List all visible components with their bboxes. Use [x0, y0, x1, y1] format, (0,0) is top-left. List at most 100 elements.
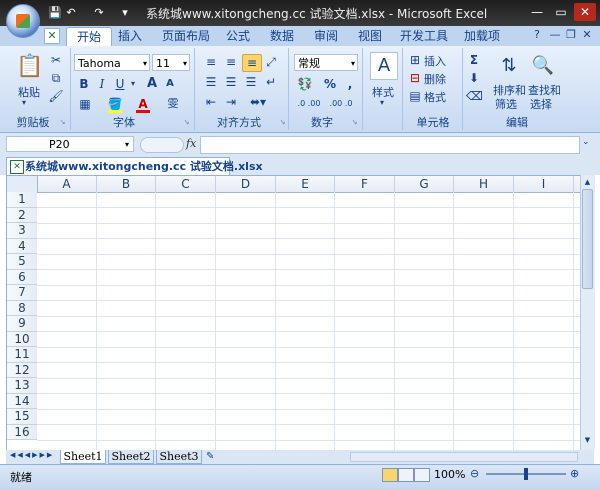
- wrap-text-icon[interactable]: ↵: [262, 74, 280, 90]
- row-header[interactable]: 14: [7, 393, 37, 409]
- increase-indent-icon[interactable]: ⇥: [222, 94, 240, 110]
- styles-icon[interactable]: A: [370, 52, 398, 80]
- formula-bar-splitter[interactable]: [140, 137, 184, 153]
- sheet-tab-sheet3[interactable]: Sheet3: [156, 450, 202, 464]
- underline-dropdown-icon[interactable]: ▾: [128, 76, 138, 92]
- row-header[interactable]: 9: [7, 316, 37, 332]
- format-cells-icon[interactable]: ▤: [408, 88, 422, 104]
- workbook-tab[interactable]: 系统城www.xitongcheng.cc 试验文档.xlsx: [6, 157, 263, 175]
- spreadsheet-grid[interactable]: A B C D E F G H I 1 2 3 4 5 6 7 8 9 10 1…: [6, 175, 582, 452]
- minimize-ribbon-icon[interactable]: —: [548, 28, 562, 42]
- close-button[interactable]: ✕: [574, 3, 596, 21]
- tab-page-layout[interactable]: 页面布局: [154, 27, 218, 45]
- align-center-icon[interactable]: ☰: [222, 74, 240, 90]
- scroll-thumb[interactable]: [582, 189, 593, 289]
- delete-cells-icon[interactable]: ⊟: [408, 70, 422, 86]
- zoom-out-icon[interactable]: ⊖: [470, 467, 479, 480]
- autosum-button[interactable]: Σ: [466, 52, 482, 68]
- italic-button[interactable]: I: [94, 76, 110, 92]
- zoom-in-icon[interactable]: ⊕: [570, 467, 579, 480]
- scroll-down-icon[interactable]: ▼: [582, 435, 593, 445]
- row-header[interactable]: 16: [7, 424, 37, 440]
- row-header[interactable]: 12: [7, 362, 37, 378]
- insert-cells-button[interactable]: 插入: [424, 53, 446, 69]
- column-header[interactable]: D: [216, 176, 276, 192]
- tab-data[interactable]: 数据: [262, 27, 302, 45]
- save-icon[interactable]: 💾: [48, 6, 62, 20]
- horizontal-scrollbar[interactable]: [350, 452, 578, 462]
- column-header[interactable]: I: [514, 176, 574, 192]
- alignment-launcher-icon[interactable]: ↘: [278, 118, 287, 127]
- shrink-font-button[interactable]: A: [162, 76, 178, 92]
- row-header[interactable]: 2: [7, 207, 37, 223]
- page-layout-view-icon[interactable]: [398, 468, 414, 482]
- column-header[interactable]: A: [37, 176, 97, 192]
- row-header[interactable]: 3: [7, 223, 37, 239]
- sort-filter-icon[interactable]: ⇅: [496, 52, 522, 80]
- align-left-icon[interactable]: ☰: [202, 74, 220, 90]
- sheet-tab-sheet2[interactable]: Sheet2: [108, 450, 154, 464]
- scroll-up-icon[interactable]: ▲: [582, 177, 593, 187]
- column-header[interactable]: G: [395, 176, 454, 192]
- close-workbook-icon[interactable]: ✕: [580, 28, 594, 42]
- underline-button[interactable]: U: [112, 76, 128, 92]
- decrease-indent-icon[interactable]: ⇤: [202, 94, 220, 110]
- column-header[interactable]: H: [454, 176, 514, 192]
- currency-icon[interactable]: 💱: [294, 76, 316, 92]
- align-top-icon[interactable]: ≡: [202, 54, 220, 70]
- row-header[interactable]: 11: [7, 347, 37, 363]
- phonetic-button[interactable]: 雯: [164, 96, 182, 112]
- row-header[interactable]: 10: [7, 331, 37, 347]
- column-header[interactable]: F: [335, 176, 395, 192]
- font-size-combo[interactable]: 11 ▾: [152, 54, 190, 71]
- restore-icon[interactable]: ❐: [564, 28, 578, 42]
- tab-view[interactable]: 视图: [350, 27, 390, 45]
- delete-cells-button[interactable]: 删除: [424, 71, 446, 87]
- increase-decimal-button[interactable]: .0 .00: [294, 96, 324, 112]
- paste-icon[interactable]: 📋: [16, 52, 43, 82]
- sheet-navigation-icons[interactable]: ◀◀◀▶▶▶: [10, 451, 54, 459]
- find-select-icon[interactable]: 🔍: [530, 52, 556, 80]
- vertical-scrollbar[interactable]: ▲ ▼: [580, 175, 595, 450]
- insert-sheet-icon[interactable]: ✎: [206, 451, 214, 462]
- row-header[interactable]: 7: [7, 285, 37, 301]
- customize-qat-icon[interactable]: ▾: [118, 6, 132, 20]
- styles-dropdown-icon[interactable]: ▾: [380, 98, 384, 107]
- font-name-combo[interactable]: Tahoma ▾: [74, 54, 150, 71]
- clear-icon[interactable]: ⌫: [466, 88, 483, 104]
- bold-button[interactable]: B: [76, 76, 92, 92]
- help-icon[interactable]: ?: [530, 28, 544, 42]
- tab-addins[interactable]: 加载项: [456, 27, 508, 45]
- percent-button[interactable]: %: [322, 76, 338, 92]
- row-header[interactable]: 15: [7, 409, 37, 425]
- grow-font-button[interactable]: A: [144, 76, 160, 92]
- format-cells-button[interactable]: 格式: [424, 89, 446, 105]
- row-header[interactable]: 5: [7, 254, 37, 270]
- align-bottom-icon[interactable]: ≡: [242, 54, 262, 72]
- cut-icon[interactable]: ✂: [48, 52, 64, 68]
- undo-icon[interactable]: ↶: [64, 6, 78, 20]
- row-header[interactable]: 6: [7, 269, 37, 285]
- row-header[interactable]: 4: [7, 238, 37, 254]
- select-all-corner[interactable]: [7, 176, 38, 192]
- maximize-button[interactable]: ▭: [550, 3, 572, 21]
- paste-dropdown-icon[interactable]: ▾: [22, 98, 26, 107]
- expand-formula-icon[interactable]: ⌄: [582, 137, 590, 147]
- formula-input[interactable]: [200, 136, 580, 154]
- row-header[interactable]: 13: [7, 378, 37, 394]
- row-header[interactable]: 8: [7, 300, 37, 316]
- number-format-combo[interactable]: 常规 ▾: [294, 54, 358, 71]
- orientation-icon[interactable]: ⤢: [262, 54, 280, 70]
- office-button[interactable]: [6, 4, 40, 38]
- sheet-tab-sheet1[interactable]: Sheet1: [60, 450, 106, 464]
- page-break-view-icon[interactable]: [414, 468, 430, 482]
- insert-cells-icon[interactable]: ⊞: [408, 52, 422, 68]
- copy-icon[interactable]: ⧉: [48, 70, 64, 86]
- column-header[interactable]: E: [276, 176, 335, 192]
- number-launcher-icon[interactable]: ↘: [350, 118, 359, 127]
- tab-developer[interactable]: 开发工具: [394, 27, 454, 45]
- comma-button[interactable]: ,: [342, 76, 358, 92]
- merge-center-icon[interactable]: ⬌▾: [244, 94, 272, 110]
- align-middle-icon[interactable]: ≡: [222, 54, 240, 70]
- tab-formulas[interactable]: 公式: [218, 27, 258, 45]
